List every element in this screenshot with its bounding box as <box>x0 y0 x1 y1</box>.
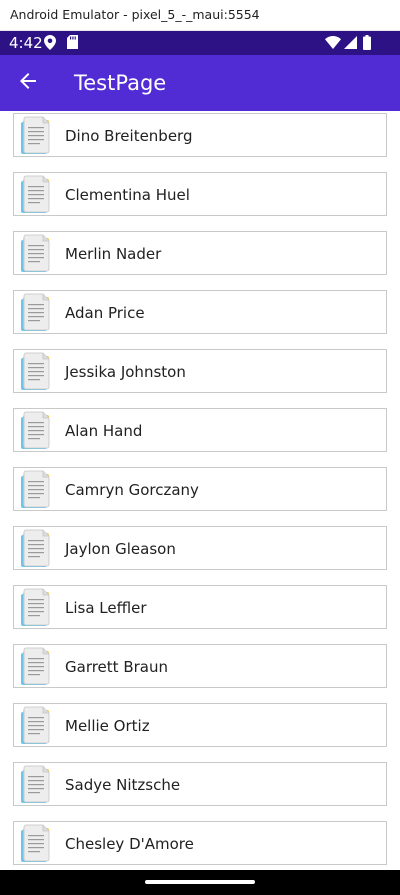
app-bar: TestPage <box>0 55 400 111</box>
document-icon <box>19 234 53 274</box>
list-item[interactable]: Lisa Leffler <box>13 585 387 629</box>
document-icon <box>19 824 53 864</box>
list-item-name: Merlin Nader <box>65 245 162 263</box>
location-icon <box>44 35 56 55</box>
list-item-name: Adan Price <box>65 304 145 322</box>
list-item-name: Garrett Braun <box>65 658 168 676</box>
document-icon <box>19 411 53 451</box>
list-item[interactable]: Alan Hand <box>13 408 387 452</box>
home-gesture-handle[interactable] <box>145 880 255 884</box>
list-item[interactable]: Clementina Huel <box>13 172 387 216</box>
list-item-name: Sadye Nitzsche <box>65 776 181 794</box>
document-icon <box>19 293 53 333</box>
list-item-name: Lisa Leffler <box>65 599 147 617</box>
document-icon <box>19 175 53 215</box>
document-icon <box>19 706 53 746</box>
list-item-name: Mellie Ortiz <box>65 717 150 735</box>
list-item[interactable]: Chesley D'Amore <box>13 821 387 865</box>
list-item[interactable]: Garrett Braun <box>13 644 387 688</box>
page-title: TestPage <box>74 71 167 95</box>
document-icon <box>19 470 53 510</box>
sd-card-icon <box>67 35 78 54</box>
emulator-window-titlebar: Android Emulator - pixel_5_-_maui:5554 <box>0 0 400 31</box>
list-item[interactable]: Mellie Ortiz <box>13 703 387 747</box>
list-item-name: Jessika Johnston <box>65 363 186 381</box>
wifi-icon <box>325 36 341 54</box>
back-arrow-icon <box>19 72 37 95</box>
list-item-name: Alan Hand <box>65 422 143 440</box>
document-icon <box>19 116 53 156</box>
list-item[interactable]: Camryn Gorczany <box>13 467 387 511</box>
list-item[interactable]: Sadye Nitzsche <box>13 762 387 806</box>
list-item-name: Dino Breitenberg <box>65 127 193 145</box>
document-icon <box>19 765 53 805</box>
document-icon <box>19 588 53 628</box>
document-icon <box>19 529 53 569</box>
system-navigation-bar <box>0 870 400 895</box>
list-item[interactable]: Adan Price <box>13 290 387 334</box>
status-time: 4:42 <box>9 34 43 52</box>
list-item[interactable]: Jessika Johnston <box>13 349 387 393</box>
list-item-name: Camryn Gorczany <box>65 481 199 499</box>
battery-icon <box>363 35 371 55</box>
contact-list[interactable]: Dino Breitenberg Clementina Huel Merlin Na… <box>0 111 400 870</box>
back-button[interactable] <box>14 69 42 97</box>
list-item-name: Jaylon Gleason <box>65 540 176 558</box>
list-item-name: Clementina Huel <box>65 186 190 204</box>
status-bar: 4:42 <box>0 31 400 55</box>
document-icon <box>19 647 53 687</box>
list-item-name: Chesley D'Amore <box>65 835 194 853</box>
list-item[interactable]: Dino Breitenberg <box>13 113 387 157</box>
list-item[interactable]: Jaylon Gleason <box>13 526 387 570</box>
document-icon <box>19 352 53 392</box>
emulator-window-title: Android Emulator - pixel_5_-_maui:5554 <box>10 7 260 22</box>
signal-icon <box>344 36 357 54</box>
list-item[interactable]: Merlin Nader <box>13 231 387 275</box>
